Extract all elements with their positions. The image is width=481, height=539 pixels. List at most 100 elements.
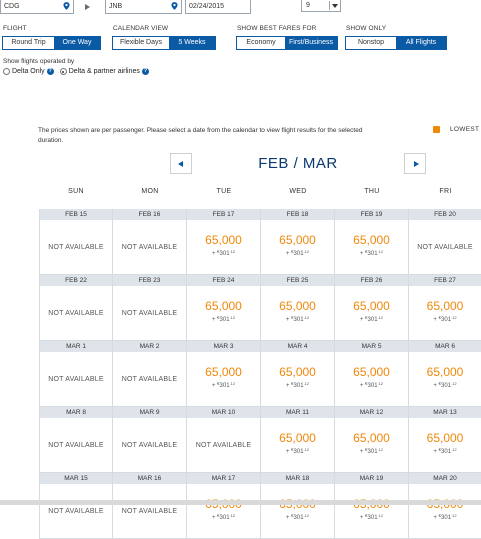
date-field[interactable]: 02/24/2015: [185, 0, 251, 14]
not-available-label: NOT AVAILABLE: [48, 508, 104, 515]
fare-tax: + €301.12: [335, 248, 408, 258]
fare-tax: + €301.12: [335, 380, 408, 390]
tax-amount: 301: [441, 317, 452, 323]
fare-tax: + €301.12: [187, 314, 260, 324]
date-value: 02/24/2015: [189, 3, 225, 10]
fare-miles[interactable]: 65,000: [409, 300, 481, 313]
fare-miles[interactable]: 65,000: [335, 234, 408, 247]
calendar-day-cell[interactable]: MAR 4 65,000 + €301.12: [261, 341, 335, 407]
calendar-day-cell[interactable]: FEB 17 65,000 + €301.12: [187, 209, 261, 275]
day-date-label: FEB 19: [335, 209, 408, 220]
destination-field[interactable]: JNB: [105, 0, 182, 14]
origin-field[interactable]: CDG: [0, 0, 74, 14]
calendar-day-cell[interactable]: FEB 26 65,000 + €301.12: [335, 275, 409, 341]
month-title: FEB / MAR: [258, 155, 338, 172]
price-note: The prices shown are per passenger. Plea…: [38, 127, 363, 144]
tax-cents: .12: [229, 315, 236, 320]
tax-cents: .12: [229, 249, 236, 254]
fare-miles[interactable]: 65,000: [335, 366, 408, 379]
calendar-day-cell[interactable]: MAR 1965,000+ €301.12: [335, 473, 409, 539]
next-month-button[interactable]: [404, 153, 426, 174]
destination-value: JNB: [109, 3, 123, 10]
day-fare: NOT AVAILABLE: [409, 220, 481, 274]
one-way-button[interactable]: One Way: [54, 37, 100, 49]
fare-miles[interactable]: 65,000: [409, 432, 481, 445]
five-weeks-button[interactable]: 5 Weeks: [169, 37, 215, 49]
month-navigator: FEB / MAR: [170, 153, 426, 175]
chevron-left-icon: [178, 161, 183, 167]
tax-amount: 301: [367, 515, 378, 521]
tax-amount: 301: [293, 449, 304, 455]
passengers-select[interactable]: 9: [301, 0, 341, 12]
day-date-label: FEB 18: [261, 209, 334, 220]
calendar-day-cell[interactable]: FEB 25 65,000 + €301.12: [261, 275, 335, 341]
fare-miles[interactable]: 65,000: [261, 432, 334, 445]
help-icon[interactable]: ?: [46, 68, 54, 75]
fare-miles[interactable]: 65,000: [187, 300, 260, 313]
calendar-day-cell[interactable]: FEB 19 65,000 + €301.12: [335, 209, 409, 275]
first-business-button[interactable]: First/Business: [285, 37, 337, 49]
previous-month-button[interactable]: [170, 153, 192, 174]
calendar-day-cell: FEB 16 NOT AVAILABLE: [113, 209, 187, 275]
not-available-label: NOT AVAILABLE: [121, 508, 178, 515]
show-only-label: SHOW ONLY: [346, 25, 387, 32]
tax-amount: 301: [293, 317, 304, 323]
round-trip-button[interactable]: Round Trip: [3, 37, 54, 49]
nonstop-button[interactable]: Nonstop: [346, 37, 396, 49]
fare-miles[interactable]: 65,000: [335, 432, 408, 445]
help-icon[interactable]: ?: [141, 68, 149, 75]
calendar-day-cell: MAR 9 NOT AVAILABLE: [113, 407, 187, 473]
day-date-label: MAR 1: [40, 341, 112, 352]
fare-tax: + €301.12: [261, 314, 334, 324]
tax-cents: .12: [377, 315, 384, 320]
calendar-day-cell[interactable]: MAR 13 65,000 + €301.12: [409, 407, 481, 473]
passengers-value: 9: [306, 2, 310, 9]
fare-miles[interactable]: 65,000: [261, 366, 334, 379]
calendar-day-cell[interactable]: FEB 18 65,000 + €301.12: [261, 209, 335, 275]
calendar-day-cell[interactable]: MAR 5 65,000 + €301.12: [335, 341, 409, 407]
day-fare: 65,000+ €301.12: [261, 484, 334, 538]
weekday-label: TUE: [216, 188, 232, 195]
not-available-label: NOT AVAILABLE: [48, 310, 104, 317]
not-available-label: NOT AVAILABLE: [121, 376, 178, 383]
calendar-day-cell[interactable]: MAR 1765,000+ €301.12: [187, 473, 261, 539]
day-date-label: MAR 4: [261, 341, 334, 352]
economy-button[interactable]: Economy: [237, 37, 285, 49]
fare-miles[interactable]: 65,000: [409, 366, 481, 379]
best-fares-label: SHOW BEST FARES FOR: [237, 25, 317, 32]
calendar-day-cell[interactable]: FEB 27 65,000 + €301.12: [409, 275, 481, 341]
calendar-day-cell[interactable]: FEB 24 65,000 + €301.12: [187, 275, 261, 341]
calendar-day-cell[interactable]: MAR 1865,000+ €301.12: [261, 473, 335, 539]
fare-miles[interactable]: 65,000: [261, 300, 334, 313]
day-fare: NOT AVAILABLE: [113, 220, 186, 274]
calendar-day-cell[interactable]: MAR 6 65,000 + €301.12: [409, 341, 481, 407]
day-date-label: MAR 12: [335, 407, 408, 418]
day-fare: NOT AVAILABLE: [40, 220, 112, 274]
weekday-label: MON: [141, 188, 159, 195]
calendar-day-cell[interactable]: MAR 12 65,000 + €301.12: [335, 407, 409, 473]
not-available-label: NOT AVAILABLE: [195, 442, 252, 449]
flexible-days-button[interactable]: Flexible Days: [113, 37, 169, 49]
day-fare: 65,000+ €301.12: [335, 286, 408, 340]
fare-miles[interactable]: 65,000: [261, 234, 334, 247]
day-fare: 65,000+ €301.12: [409, 286, 481, 340]
calendar-view-label: CALENDAR VIEW: [113, 25, 169, 32]
fare-miles[interactable]: 65,000: [187, 366, 260, 379]
fare-miles[interactable]: 65,000: [335, 300, 408, 313]
fare-miles[interactable]: 65,000: [187, 234, 260, 247]
day-date-label: MAR 6: [409, 341, 481, 352]
delta-partner-radio[interactable]: [59, 68, 67, 75]
calendar-day-cell[interactable]: MAR 3 65,000 + €301.12: [187, 341, 261, 407]
all-flights-button[interactable]: All Flights: [396, 37, 446, 49]
day-date-label: FEB 16: [113, 209, 186, 220]
tax-amount: 301: [219, 251, 230, 257]
calendar-day-cell[interactable]: MAR 2065,000+ €301.12: [409, 473, 481, 539]
fare-tax: + €301.12: [409, 446, 481, 456]
fare-tax: + €301.12: [409, 380, 481, 390]
day-date-label: FEB 23: [113, 275, 186, 286]
delta-only-radio[interactable]: [3, 68, 10, 75]
calendar-day-cell[interactable]: MAR 11 65,000 + €301.12: [261, 407, 335, 473]
tax-amount: 301: [367, 449, 378, 455]
tax-cents: .12: [303, 381, 310, 386]
tax-cents: .12: [377, 447, 384, 452]
